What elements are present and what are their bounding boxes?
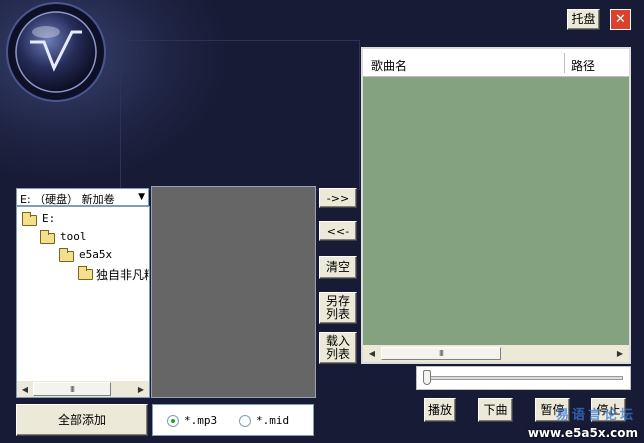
- filter-mp3[interactable]: *.mp3: [167, 414, 237, 428]
- play-button[interactable]: 播放: [424, 398, 456, 422]
- save-list-button[interactable]: 另存 列表: [319, 292, 357, 324]
- slider-thumb[interactable]: [423, 370, 431, 385]
- scroll-thumb[interactable]: III: [381, 347, 501, 360]
- filter-mid-label: *.mid: [256, 414, 290, 427]
- filter-mp3-label: *.mp3: [184, 414, 218, 427]
- progress-slider[interactable]: [416, 366, 631, 390]
- column-path[interactable]: 路径: [571, 57, 595, 74]
- tree-item[interactable]: 独自非凡精: [76, 266, 149, 282]
- column-divider[interactable]: [564, 53, 565, 73]
- close-icon: ✕: [615, 12, 626, 27]
- playlist[interactable]: 歌曲名 路径 ◀ III ▶: [361, 47, 631, 364]
- close-button[interactable]: ✕: [610, 9, 631, 30]
- playlist-hscrollbar[interactable]: ◀ III ▶: [363, 345, 629, 362]
- scroll-left-icon[interactable]: ◀: [18, 382, 32, 396]
- folder-tree[interactable]: E: tool e5a5x 独自非凡精 ◀ III ▶: [16, 206, 150, 398]
- folder-icon: [78, 266, 93, 280]
- inner-frame: [120, 40, 360, 190]
- logo: [2, 2, 114, 106]
- scroll-left-icon[interactable]: ◀: [365, 347, 379, 360]
- add-to-playlist-button[interactable]: ->>: [319, 188, 357, 208]
- clear-playlist-button[interactable]: 清空: [319, 256, 357, 279]
- column-song-name[interactable]: 歌曲名: [371, 57, 407, 74]
- filter-mid[interactable]: *.mid: [239, 414, 309, 428]
- tree-item-label: tool: [60, 230, 87, 243]
- load-list-button[interactable]: 载入 列表: [319, 332, 357, 364]
- playlist-header: 歌曲名 路径: [363, 49, 629, 77]
- drive-select-value: E: （硬盘） 新加卷: [20, 193, 115, 206]
- folder-icon: [59, 248, 74, 262]
- tree-item[interactable]: tool: [38, 230, 98, 244]
- stop-button[interactable]: 停止: [591, 398, 626, 422]
- drive-select[interactable]: E: （硬盘） 新加卷 ▼: [16, 188, 149, 206]
- file-list[interactable]: [151, 186, 316, 398]
- tree-item[interactable]: E:: [20, 212, 80, 226]
- scroll-right-icon[interactable]: ▶: [613, 347, 627, 360]
- tray-button-label: 托盘: [571, 12, 596, 26]
- pause-button[interactable]: 暂停: [535, 398, 570, 422]
- folder-icon: [40, 230, 55, 244]
- add-all-button[interactable]: 全部添加: [16, 404, 148, 436]
- scroll-thumb[interactable]: III: [33, 382, 111, 396]
- tray-button[interactable]: 托盘: [567, 9, 600, 30]
- tree-item-label: 独自非凡精: [96, 268, 149, 282]
- tree-hscrollbar[interactable]: ◀ III ▶: [17, 381, 149, 397]
- remove-from-playlist-button[interactable]: <<-: [319, 221, 357, 241]
- scroll-right-icon[interactable]: ▶: [134, 382, 148, 396]
- radio-mid[interactable]: [239, 415, 251, 427]
- next-track-button[interactable]: 下曲: [478, 398, 513, 422]
- logo-icon: [6, 2, 106, 102]
- filter-group: *.mp3 *.mid: [152, 404, 314, 436]
- watermark-url: www.e5a5x.com: [527, 426, 638, 440]
- tree-item-label: e5a5x: [79, 248, 113, 261]
- radio-mp3[interactable]: [167, 415, 179, 427]
- add-all-label: 全部添加: [57, 412, 106, 427]
- chevron-down-icon: ▼: [138, 192, 145, 202]
- tree-item-label: E:: [42, 212, 56, 225]
- tree-item[interactable]: e5a5x: [57, 248, 127, 262]
- slider-track: [425, 376, 623, 380]
- folder-icon: [22, 212, 37, 226]
